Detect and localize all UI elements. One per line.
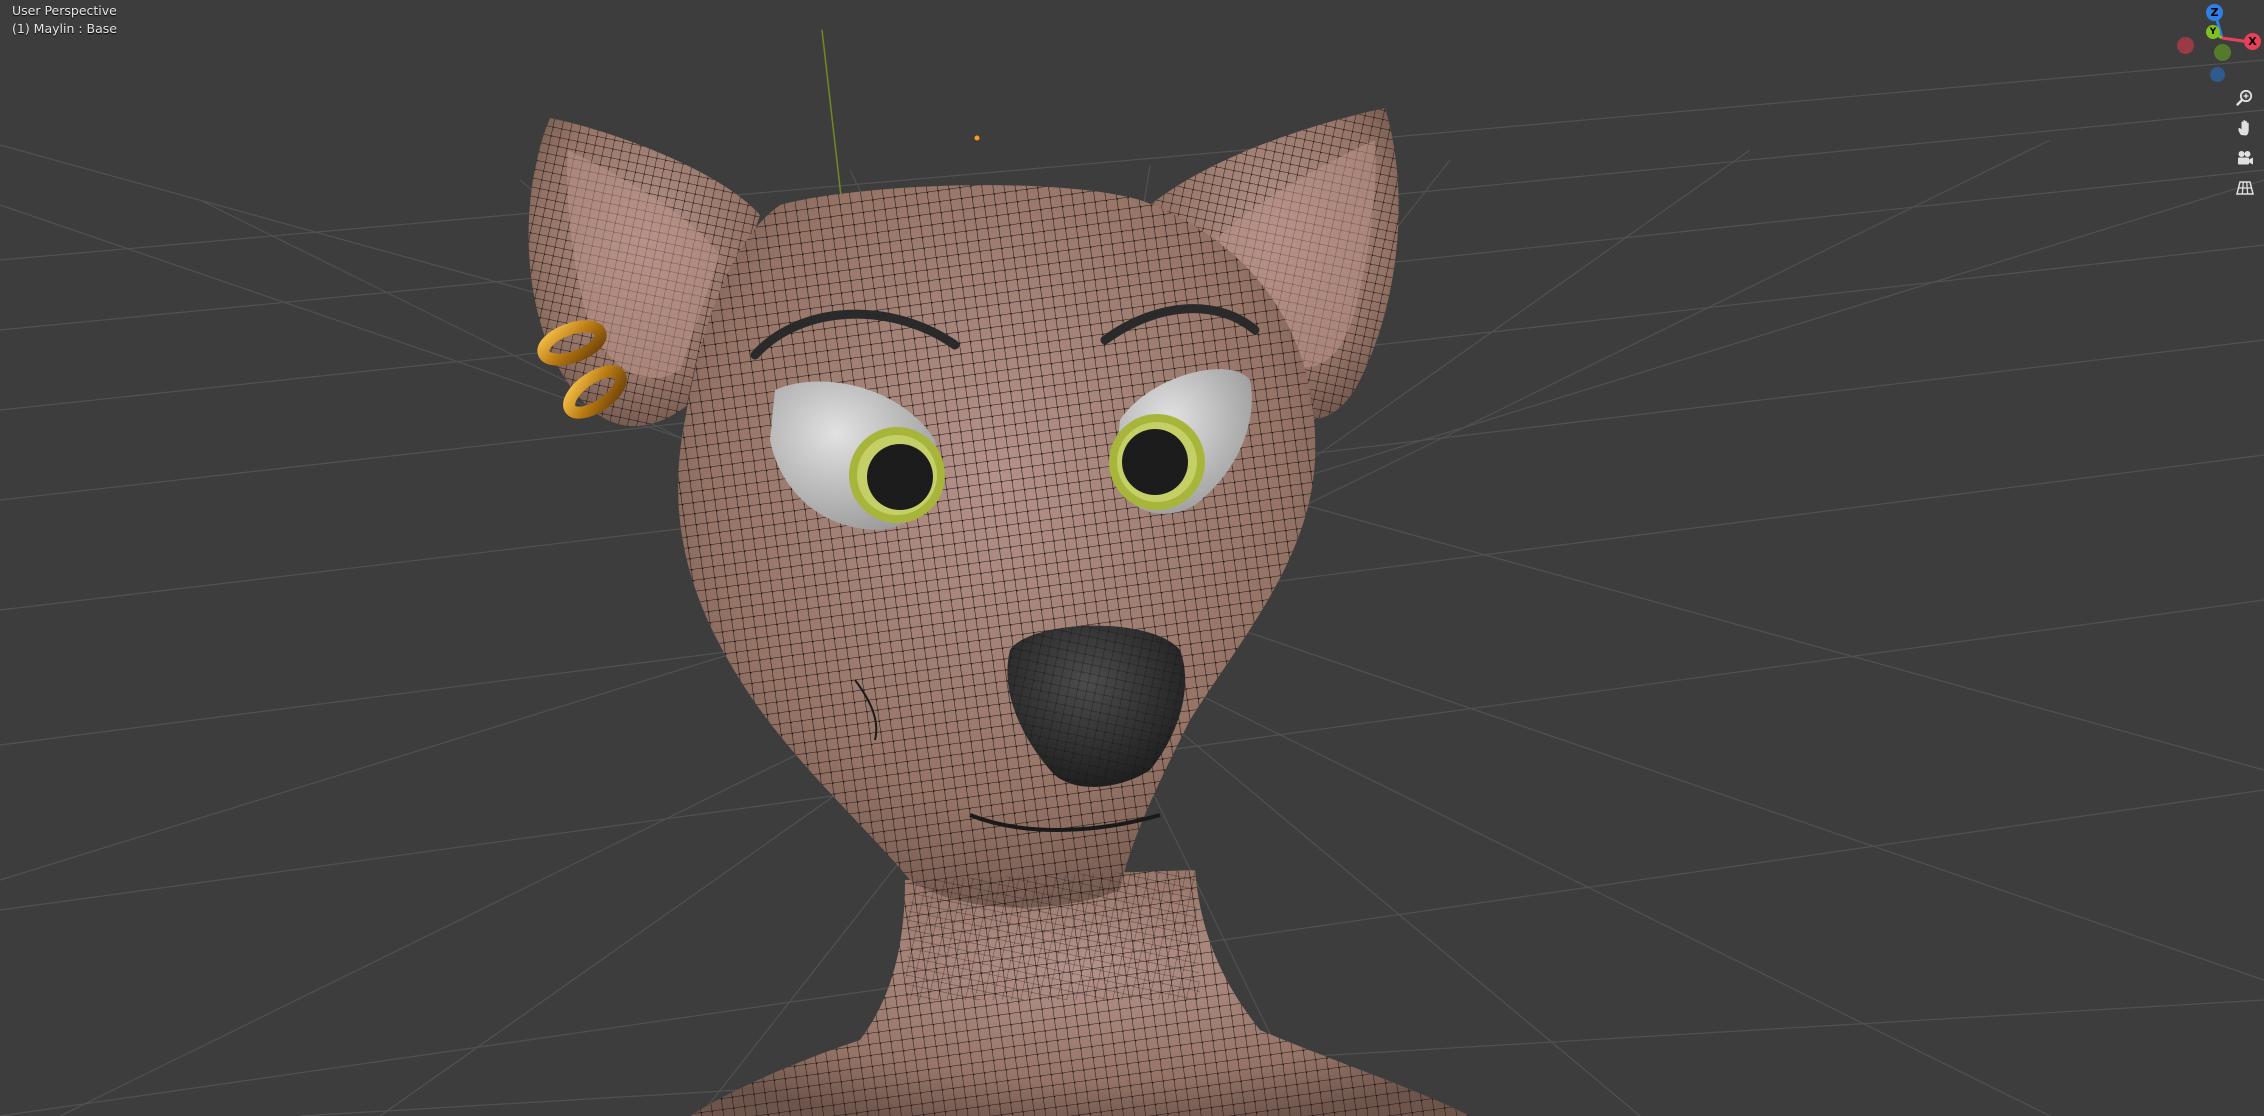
3d-viewport[interactable]: User Perspective (1) Maylin : Base Z Y X: [0, 0, 2264, 1116]
z-axis-handle[interactable]: Z: [2206, 4, 2223, 21]
hand-pan-icon: [2238, 120, 2249, 136]
neg-z-axis-handle[interactable]: [2210, 67, 2225, 82]
character-mesh[interactable]: [528, 108, 1470, 1116]
active-object-label: (1) Maylin : Base: [12, 21, 117, 36]
viewport-mode-label: User Perspective: [12, 3, 117, 18]
x-axis-handle[interactable]: X: [2244, 33, 2261, 50]
origin-point: [974, 135, 980, 141]
pan-button[interactable]: [2231, 114, 2259, 142]
zoom-icon: [2236, 89, 2253, 106]
ortho-toggle-button[interactable]: [2231, 174, 2259, 202]
zoom-button[interactable]: [2231, 84, 2259, 112]
neg-y-axis-handle[interactable]: [2214, 44, 2231, 61]
y-axis-handle[interactable]: Y: [2206, 25, 2220, 39]
camera-view-button[interactable]: [2231, 144, 2259, 172]
neg-x-axis-handle[interactable]: [2177, 37, 2194, 54]
viewport-scene[interactable]: [0, 0, 2264, 1116]
navigation-gizmo[interactable]: Z Y X: [2170, 0, 2264, 90]
grid-ortho-icon: [2236, 181, 2254, 195]
y-axis-line: [821, 29, 843, 206]
camera-view-icon: [2238, 151, 2253, 165]
